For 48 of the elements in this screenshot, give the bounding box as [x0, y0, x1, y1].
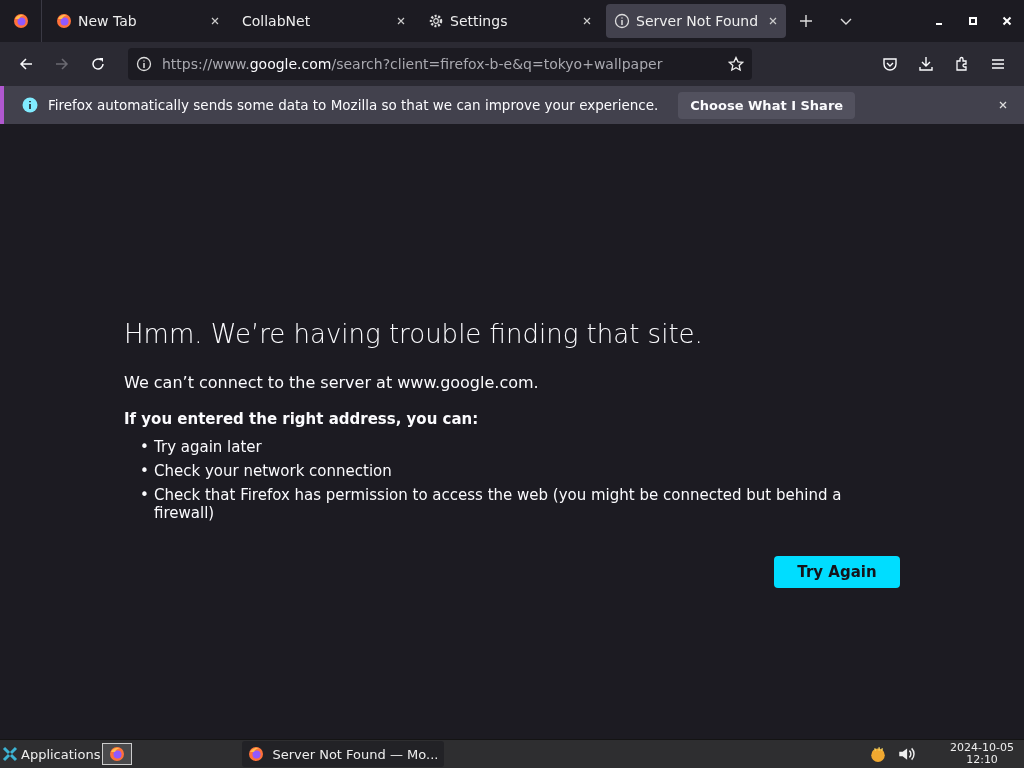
tab[interactable]: CollabNet	[234, 4, 414, 38]
tab[interactable]: Server Not Found	[606, 4, 786, 38]
firefox-icon	[248, 746, 265, 762]
bullet: •	[140, 437, 150, 456]
pocket-icon[interactable]	[882, 56, 898, 72]
speaker-icon[interactable]	[897, 745, 916, 763]
download-icon[interactable]	[918, 56, 934, 72]
error-title: Hmm. We’re having trouble finding that site.	[124, 318, 704, 349]
close-icon[interactable]	[210, 16, 220, 26]
choose-button[interactable]: Choose What I Share	[678, 91, 856, 119]
firefox-icon	[56, 13, 72, 29]
time-text: 12:10	[966, 754, 998, 766]
tab[interactable]: New Tab	[48, 4, 228, 38]
maximize-icon[interactable]	[967, 15, 979, 27]
star-icon[interactable]	[728, 56, 744, 72]
reload-icon[interactable]	[90, 56, 106, 72]
close-icon[interactable]	[396, 16, 406, 26]
bullet: •	[140, 485, 150, 506]
puzzle-icon[interactable]	[954, 56, 970, 72]
pufferfish-icon[interactable]	[869, 745, 888, 763]
applications-menu[interactable]: Applications	[0, 746, 103, 762]
bullet: •	[140, 461, 150, 480]
info-icon	[614, 13, 630, 29]
url-text: https://www.google.com/search?client=firefox-b-e&q=tokyo+wallpaper	[162, 56, 664, 72]
close-icon[interactable]	[582, 16, 592, 26]
tab[interactable]: Settings	[420, 4, 600, 38]
gear-icon	[428, 13, 444, 29]
info-icon	[22, 97, 38, 113]
error-message: We can’t connect to the server at www.google.com.	[124, 372, 540, 392]
suggestion-item: Try again later	[154, 437, 262, 456]
error-subtitle: If you entered the right address, you can:	[124, 409, 480, 428]
window-button[interactable]: Server Not Found — Mo...	[242, 741, 445, 767]
address-bar[interactable]: https://www.google.com/search?client=firefox-b-e&q=tokyo+wallpaper	[128, 48, 752, 80]
suggestion-item: Check your network connection	[154, 461, 392, 480]
close-icon[interactable]	[998, 100, 1008, 110]
notification-message: Firefox automatically sends some data to Mozilla so that we can improve your experience.	[48, 97, 659, 113]
launcher-button[interactable]	[102, 743, 133, 765]
info-icon[interactable]	[136, 56, 152, 72]
firefox-icon	[12, 13, 29, 29]
suggestion-item: Check that Firefox has permission to access the web (you might be connected but behind a firewall)	[154, 485, 843, 522]
clock[interactable]: 2024-10-05 12:10	[950, 742, 1014, 766]
menu-icon[interactable]	[990, 56, 1006, 72]
plus-icon[interactable]	[798, 13, 814, 29]
date-text: 2024-10-05	[950, 742, 1014, 754]
try-again-button[interactable]: Try Again	[774, 555, 900, 588]
firefox-icon	[109, 746, 126, 762]
close-icon[interactable]	[768, 16, 778, 26]
back-icon[interactable]	[18, 56, 34, 72]
